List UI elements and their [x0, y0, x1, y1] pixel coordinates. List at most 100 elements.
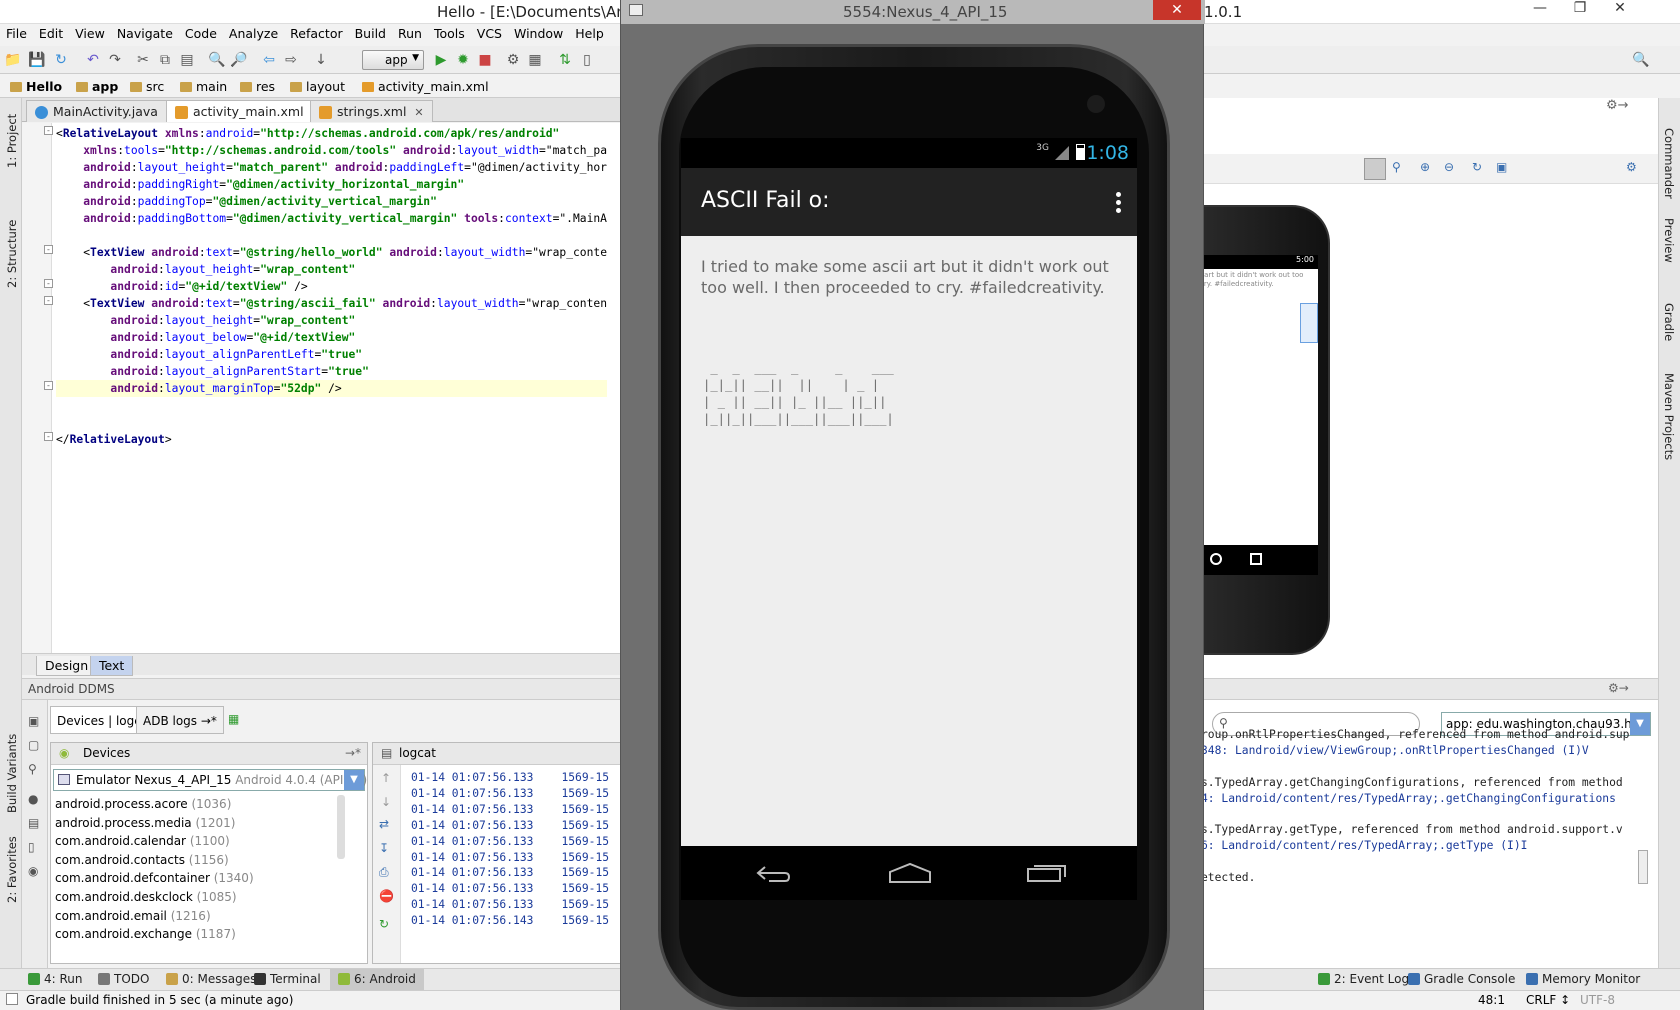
home-icon[interactable] [887, 862, 933, 884]
heap-icon[interactable]: ▤ [28, 816, 39, 830]
sync-icon[interactable]: ↻ [52, 51, 70, 69]
log-line[interactable]: 01-14 01:07:56.133 1569-15 [411, 835, 609, 848]
avd-manager-icon[interactable]: ▯ [578, 51, 596, 69]
arrow-down-icon[interactable]: ↓ [381, 795, 391, 809]
code-line[interactable]: android:layout_alignParentLeft="true" [56, 346, 607, 363]
run-config-select[interactable]: app ▼ [362, 50, 424, 70]
fold-icon[interactable]: - [44, 126, 53, 135]
fold-icon[interactable]: - [44, 432, 53, 441]
tool-commander[interactable]: Commander [1662, 128, 1676, 199]
save-icon[interactable]: 💾 [28, 51, 46, 69]
device-screen[interactable]: 3G 1:08 ASCII Fail o: I tried to make so… [681, 138, 1137, 900]
tool-event-log[interactable]: 2: Event Log [1318, 972, 1409, 986]
log-line[interactable]: 6: Landroid/content/res/TypedArray;.getT… [1201, 839, 1527, 852]
hierarchy-icon[interactable]: ⚲ [28, 762, 37, 776]
replace-icon[interactable]: 🔎 [230, 51, 248, 69]
tool-run[interactable]: 4: Run [28, 972, 83, 986]
code-line[interactable]: android:paddingTop="@dimen/activity_vert… [56, 193, 607, 210]
maximize-icon[interactable]: ❐ [1560, 0, 1600, 20]
list-item[interactable]: android.process.media (1201) [55, 816, 235, 830]
code-line[interactable]: android:layout_height="wrap_content" [56, 312, 607, 329]
breadcrumb-hello[interactable]: Hello [10, 79, 62, 94]
zoom-fit-icon[interactable]: ⚲ [1392, 160, 1401, 174]
fold-icon[interactable]: - [44, 296, 53, 305]
breadcrumb-main[interactable]: main [180, 79, 227, 94]
menu-file[interactable]: File [0, 24, 33, 41]
settings-icon[interactable]: ⚙ [1626, 160, 1637, 174]
menu-window[interactable]: Window [508, 24, 569, 41]
pin-icon[interactable]: →* [345, 746, 361, 760]
close-tab-icon[interactable]: ✕ [414, 106, 423, 119]
tool-maven[interactable]: Maven Projects [1662, 373, 1676, 460]
tab-adb-logs[interactable]: ADB logs →* [136, 706, 224, 734]
tab-design[interactable]: Design [36, 656, 98, 676]
log-line[interactable]: 01-14 01:07:56.133 1569-15 [411, 787, 609, 800]
tool-messages[interactable]: 0: Messages [166, 972, 256, 986]
arrow-up-icon[interactable]: ↑ [381, 771, 391, 785]
line-separator[interactable]: CRLF ↕ [1526, 993, 1570, 1007]
code-line[interactable]: </RelativeLayout> [56, 431, 607, 448]
code-line[interactable]: android:layout_alignParentStart="true" [56, 363, 607, 380]
menu-view[interactable]: View [69, 24, 111, 41]
clear-icon[interactable]: ⛔ [379, 889, 394, 903]
menu-code[interactable]: Code [179, 24, 223, 41]
open-folder-icon[interactable]: 📁 [4, 51, 22, 69]
chevron-down-icon[interactable]: ▼ [1630, 713, 1650, 735]
code-line[interactable]: <TextView android:text="@string/hello_wo… [56, 244, 607, 261]
minimize-icon[interactable]: — [1520, 0, 1560, 20]
code-line[interactable]: <RelativeLayout xmlns:android="http://sc… [56, 125, 607, 142]
camera-icon[interactable]: ▣ [1496, 160, 1507, 174]
forward-icon[interactable]: ⇨ [282, 51, 300, 69]
tool-structure[interactable]: 2: Structure [5, 220, 19, 288]
scrollbar[interactable] [1638, 850, 1648, 884]
list-item[interactable]: com.android.defcontainer (1340) [55, 871, 254, 885]
preview-selection[interactable] [1300, 303, 1318, 343]
fold-icon[interactable]: - [44, 279, 53, 288]
code-line[interactable]: android:paddingRight="@dimen/activity_ho… [56, 176, 607, 193]
fold-icon[interactable]: - [44, 245, 53, 254]
record-icon[interactable]: ● [28, 792, 38, 806]
menu-edit[interactable]: Edit [33, 24, 69, 41]
code-line[interactable]: android:id="@+id/textView" /> [56, 278, 607, 295]
log-line[interactable]: s.TypedArray.getType, referenced from me… [1201, 823, 1623, 836]
code-line[interactable]: android:layout_height="wrap_content" [56, 261, 607, 278]
fold-icon[interactable]: - [44, 381, 53, 390]
code-line[interactable] [56, 397, 607, 414]
code-text[interactable]: <RelativeLayout xmlns:android="http://sc… [56, 125, 608, 448]
code-line[interactable]: android:layout_below="@+id/textView" [56, 329, 607, 346]
stop-icon[interactable]: ■ [476, 51, 494, 69]
log-line[interactable]: 01-14 01:07:56.133 1569-15 [411, 851, 609, 864]
device-select[interactable]: Emulator Nexus_4_API_15 Android 4.0.4 (A… [53, 769, 367, 791]
chevron-down-icon[interactable]: ▼ [344, 770, 364, 790]
tab-strings[interactable]: strings.xml ✕ [310, 100, 433, 122]
caret-position[interactable]: 48:1 [1478, 993, 1505, 1007]
breadcrumb-file[interactable]: activity_main.xml [362, 79, 489, 94]
tab-text[interactable]: Text [90, 656, 134, 676]
list-item[interactable]: com.android.deskclock (1085) [55, 890, 237, 904]
breadcrumb-res[interactable]: res [240, 79, 275, 94]
code-line[interactable]: xmlns:tools="http://schemas.android.com/… [56, 142, 607, 159]
redo-icon[interactable]: ↷ [106, 51, 124, 69]
log-line[interactable]: 01-14 01:07:56.133 1569-15 [411, 882, 609, 895]
search-everywhere-icon[interactable]: 🔍 [1632, 51, 1650, 69]
paste-icon[interactable]: ▤ [178, 51, 196, 69]
list-item[interactable]: com.android.exchange (1187) [55, 927, 236, 941]
log-line[interactable]: etected. [1201, 871, 1255, 884]
log-line[interactable]: 4: Landroid/content/res/TypedArray;.getC… [1201, 792, 1616, 805]
log-line[interactable]: 01-14 01:07:56.133 1569-15 [411, 771, 609, 784]
debug-icon[interactable]: ✹ [454, 51, 472, 69]
list-item[interactable]: com.android.email (1216) [55, 909, 211, 923]
list-item[interactable]: com.android.calendar (1100) [55, 834, 230, 848]
back-icon[interactable] [751, 862, 791, 884]
recents-icon[interactable] [1025, 860, 1069, 884]
camera-icon[interactable]: ▣ [28, 714, 39, 728]
tool-gradle-console[interactable]: Gradle Console [1408, 972, 1515, 986]
scroll-end-icon[interactable]: ↧ [379, 841, 389, 855]
tool-gradle[interactable]: Gradle [1662, 303, 1676, 341]
file-encoding[interactable]: UTF-8 [1580, 993, 1615, 1007]
log-line[interactable]: 01-14 01:07:56.133 1569-15 [411, 898, 609, 911]
wrap-icon[interactable]: ⇄ [379, 817, 389, 831]
tab-activity-main[interactable]: activity_main.xml✕ [166, 100, 330, 122]
code-line[interactable]: <TextView android:text="@string/ascii_fa… [56, 295, 607, 312]
zoom-out-icon[interactable]: ⊖ [1444, 160, 1454, 174]
